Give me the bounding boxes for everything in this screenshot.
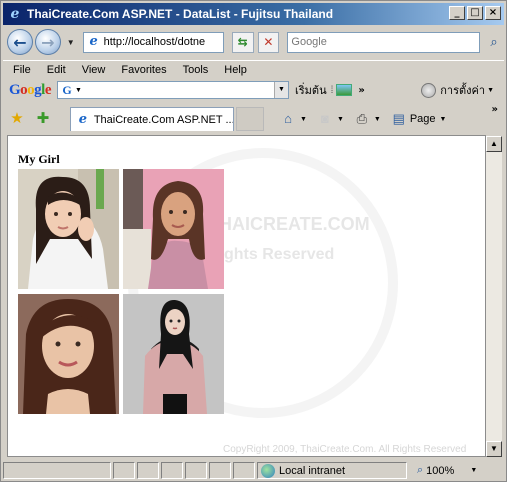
menu-favorites[interactable]: Favorites xyxy=(113,64,174,76)
star-icon[interactable]: ★ xyxy=(8,110,26,128)
refresh-button[interactable]: ⇆ xyxy=(231,31,254,53)
back-arrow-icon: ← xyxy=(13,32,27,52)
zoom-level: 100% xyxy=(426,464,455,477)
google-g-icon: G xyxy=(62,83,72,97)
zone-label: Local intranet xyxy=(279,464,346,477)
more-commands-icon[interactable]: » xyxy=(492,104,498,115)
status-cell xyxy=(161,462,183,479)
chevron-down-icon[interactable]: ▼ xyxy=(75,87,82,94)
zoom-icon: ⌕ xyxy=(417,464,424,476)
girl-photo-4[interactable] xyxy=(123,294,224,414)
rss-icon: ◙ xyxy=(321,111,329,126)
window-controls: _ □ × xyxy=(449,6,501,20)
status-bar: Local intranet ⌕ 100% ▼ xyxy=(3,460,504,481)
menu-tools[interactable]: Tools xyxy=(175,64,217,76)
status-cell xyxy=(113,462,135,479)
menu-edit[interactable]: Edit xyxy=(39,64,74,76)
address-bar[interactable]: e http://localhost/dotne xyxy=(82,31,224,53)
menu-view[interactable]: View xyxy=(74,64,114,76)
refresh-icon: ⇆ xyxy=(237,35,248,49)
status-cell xyxy=(209,462,231,479)
google-toolbar: Google G ▼ ▼ เริ่มต้น ⁞ » การตั้งค่า ▼ xyxy=(3,79,504,101)
ie-logo-icon: e xyxy=(10,6,20,22)
security-zone[interactable]: Local intranet xyxy=(257,462,407,479)
tab-title: ThaiCreate.Com ASP.NET ... xyxy=(93,113,233,126)
menu-bar: File Edit View Favorites Tools Help xyxy=(3,60,504,79)
status-cell xyxy=(185,462,207,479)
menu-file[interactable]: File xyxy=(3,64,39,76)
back-button[interactable]: ← xyxy=(7,29,33,55)
window-title: ThaiCreate.Com ASP.NET - DataList - Fuji… xyxy=(27,7,334,21)
page-heading: My Girl xyxy=(18,152,60,166)
maximize-button[interactable]: □ xyxy=(467,6,483,20)
chevron-down-icon: ▼ xyxy=(439,115,447,123)
page-menu-label: Page xyxy=(409,113,436,125)
page-menu-button[interactable]: ▤ Page ▼ xyxy=(391,111,447,127)
search-input[interactable]: Google xyxy=(287,31,481,53)
status-cell xyxy=(137,462,159,479)
toolbar-separator: ⁞ xyxy=(330,84,334,96)
feeds-button[interactable]: ◙ ▼ xyxy=(317,111,344,127)
chevron-down-icon: ▼ xyxy=(487,86,494,94)
home-icon: ⌂ xyxy=(284,111,292,126)
menu-help[interactable]: Help xyxy=(216,64,255,76)
chevron-down-icon[interactable]: ▼ xyxy=(374,116,381,123)
print-button[interactable]: ⎙ ▼ xyxy=(354,111,381,127)
minimize-button[interactable]: _ xyxy=(449,6,465,20)
watermark-text: Rights Reserved xyxy=(208,246,335,263)
home-button[interactable]: ⌂ ▼ xyxy=(274,111,307,127)
image-search-icon[interactable] xyxy=(336,84,353,96)
copyright-text: CopyRight 2009, ThaiCreate.Com. All Righ… xyxy=(223,444,467,455)
chevron-down-icon[interactable]: ▼ xyxy=(337,116,344,123)
google-settings-label: การตั้งค่า xyxy=(440,85,486,97)
tab-ie-icon: e xyxy=(78,111,88,127)
recent-pages-dropdown[interactable]: ▼ xyxy=(65,38,77,47)
page-content: THAICREATE.COM Rights Reserved My Girl C… xyxy=(7,135,486,457)
status-cell xyxy=(233,462,255,479)
girl-photo-3[interactable] xyxy=(18,294,119,414)
search-button[interactable]: ⌕ xyxy=(484,32,504,53)
close-button[interactable]: × xyxy=(485,6,501,20)
title-bar: e ThaiCreate.Com ASP.NET - DataList - Fu… xyxy=(3,3,504,25)
google-settings-button[interactable]: การตั้งค่า ▼ xyxy=(421,81,494,99)
google-history-dropdown[interactable]: ▼ xyxy=(274,82,289,98)
tab-active[interactable]: e ThaiCreate.Com ASP.NET ... xyxy=(70,107,234,131)
new-tab-button[interactable] xyxy=(236,107,264,131)
more-chevron-icon[interactable]: » xyxy=(358,85,364,96)
navigation-bar: ← → ▼ e http://localhost/dotne ⇆ ✕ Googl… xyxy=(3,27,504,57)
tab-command-bar: ★ ✚ e ThaiCreate.Com ASP.NET ... ⌂ ▼ ◙ ▼… xyxy=(3,104,504,134)
girl-photo-2[interactable] xyxy=(123,169,224,289)
browser-window: e ThaiCreate.Com ASP.NET - DataList - Fu… xyxy=(0,0,507,482)
search-icon: ⌕ xyxy=(490,34,498,49)
google-logo: Google xyxy=(9,81,52,98)
add-favorite-icon[interactable]: ✚ xyxy=(34,110,52,128)
zoom-control[interactable]: ⌕ 100% ▼ xyxy=(417,464,477,477)
vertical-scrollbar[interactable]: ▲ ▼ xyxy=(486,136,502,457)
forward-button[interactable]: → xyxy=(34,29,61,55)
address-input[interactable]: http://localhost/dotne xyxy=(104,36,206,48)
stop-button[interactable]: ✕ xyxy=(257,31,280,53)
intranet-globe-icon xyxy=(261,463,275,478)
stop-icon: ✕ xyxy=(263,35,274,49)
scroll-up-button[interactable]: ▲ xyxy=(486,136,502,152)
girl-photo-1[interactable] xyxy=(18,169,119,289)
google-search-button[interactable]: เริ่มต้น xyxy=(295,81,327,99)
page-icon: ▤ xyxy=(392,111,405,126)
status-text-cell xyxy=(3,462,111,479)
settings-icon xyxy=(421,82,437,98)
forward-arrow-icon: → xyxy=(41,32,55,52)
watermark-text: THAICREATE.COM xyxy=(208,214,370,234)
chevron-down-icon[interactable]: ▼ xyxy=(470,467,477,474)
page-ie-icon: e xyxy=(89,34,98,49)
scroll-down-button[interactable]: ▼ xyxy=(486,441,502,457)
chevron-down-icon[interactable]: ▼ xyxy=(300,116,307,123)
google-search-input[interactable]: G ▼ ▼ xyxy=(57,81,290,99)
printer-icon: ⎙ xyxy=(356,111,368,126)
